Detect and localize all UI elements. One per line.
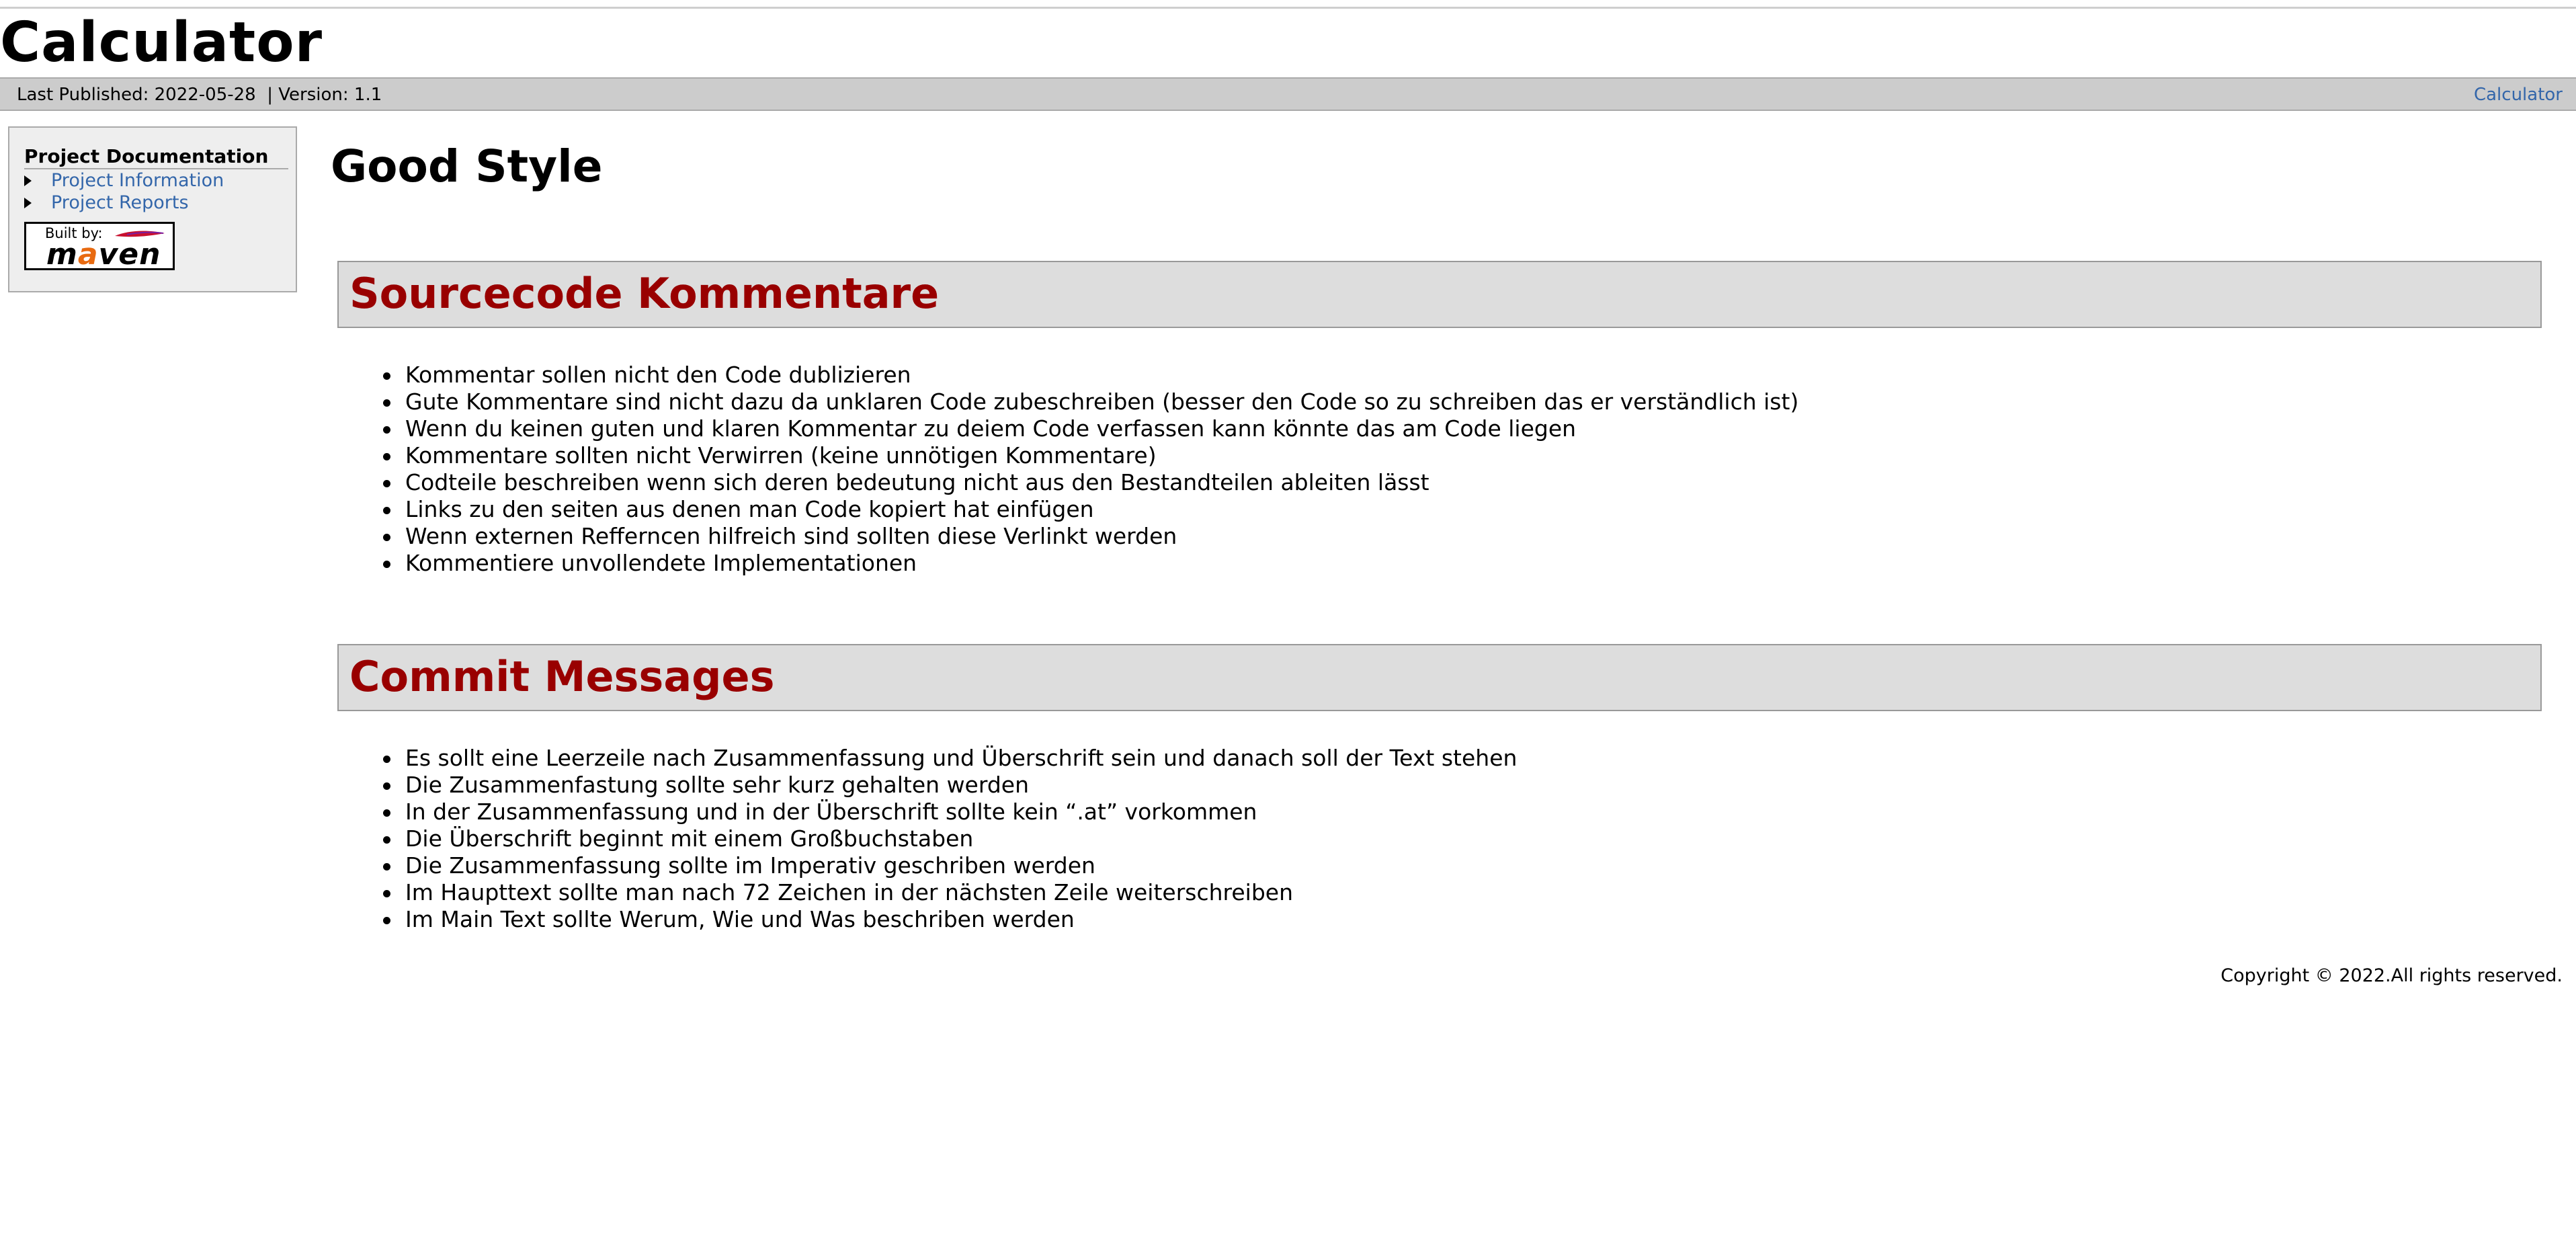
section-heading-sourcecode-kommentare: Sourcecode Kommentare	[349, 269, 940, 318]
list-item: Es sollt eine Leerzeile nach Zusammenfas…	[383, 745, 1517, 772]
commit-messages-list: Es sollt eine Leerzeile nach Zusammenfas…	[383, 745, 1517, 933]
list-item: Im Main Text sollte Werum, Wie und Was b…	[383, 906, 1517, 933]
list-item: Codteile beschreiben wenn sich deren bed…	[383, 469, 1798, 496]
list-item: Im Haupttext sollte man nach 72 Zeichen …	[383, 879, 1517, 906]
list-item: In der Zusammenfassung und in der Übersc…	[383, 799, 1517, 825]
sidebar-item-project-information[interactable]: Project Information	[24, 169, 296, 192]
maven-wordmark: maven	[46, 237, 161, 272]
sidebar-item-project-reports[interactable]: Project Reports	[24, 192, 296, 214]
list-item: Wenn externen Refferncen hilfreich sind …	[383, 523, 1798, 550]
footer-copyright: Copyright © 2022.All rights reserved.	[2220, 965, 2563, 986]
nav-heading: Project Documentation	[24, 145, 288, 169]
top-divider	[0, 7, 2576, 9]
expand-arrow-icon[interactable]	[24, 198, 32, 208]
list-item: Kommentare sollten nicht Verwirren (kein…	[383, 442, 1798, 469]
sidebar-item-label[interactable]: Project Reports	[51, 192, 189, 213]
list-item: Die Zusammenfassung sollte im Imperativ …	[383, 852, 1517, 879]
section-heading-box: Commit Messages	[337, 644, 2542, 711]
list-item: Die Überschrift beginnt mit einem Großbu…	[383, 825, 1517, 852]
list-item: Die Zusammenfastung sollte sehr kurz geh…	[383, 772, 1517, 799]
list-item: Wenn du keinen guten und klaren Kommenta…	[383, 415, 1798, 442]
list-item: Kommentiere unvollendete Implementatione…	[383, 550, 1798, 577]
sidebar-item-label[interactable]: Project Information	[51, 170, 224, 191]
breadcrumb-calculator-link[interactable]: Calculator	[2474, 85, 2563, 105]
sidebar-navigation: Project Documentation Project Informatio…	[8, 126, 297, 292]
publish-date-version: Last Published: 2022-05-28 | Version: 1.…	[17, 85, 382, 105]
list-item: Kommentar sollen nicht den Code dublizie…	[383, 362, 1798, 389]
page-title: Good Style	[331, 140, 603, 192]
expand-arrow-icon[interactable]	[24, 175, 32, 186]
list-item: Gute Kommentare sind nicht dazu da unkla…	[383, 389, 1798, 415]
section-heading-box: Sourcecode Kommentare	[337, 261, 2542, 328]
nav-list: Project Information Project Reports	[24, 169, 296, 214]
breadcrumb-bar: Last Published: 2022-05-28 | Version: 1.…	[0, 77, 2576, 111]
built-by-maven-logo[interactable]: Built by: maven	[24, 222, 175, 272]
section-heading-commit-messages: Commit Messages	[349, 652, 775, 701]
banner-title: Calculator	[0, 11, 323, 75]
list-item: Links zu den seiten aus denen man Code k…	[383, 496, 1798, 523]
sourcecode-kommentare-list: Kommentar sollen nicht den Code dublizie…	[383, 362, 1798, 577]
